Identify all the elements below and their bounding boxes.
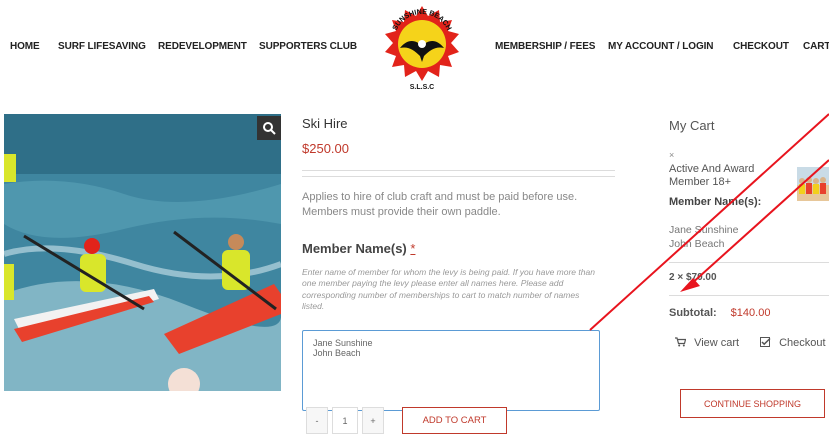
qty-decrease-button[interactable]: - <box>306 407 328 434</box>
nav-my-account-login[interactable]: MY ACCOUNT / LOGIN <box>608 41 714 52</box>
product-title: Ski Hire <box>302 116 348 131</box>
qty-input[interactable]: 1 <box>332 407 358 434</box>
group-photo <box>797 167 829 201</box>
cart-icon <box>675 337 687 347</box>
member-names-hint: Enter name of member for whom the levy i… <box>302 267 595 311</box>
logo-bottom-text: S.L.S.C <box>410 84 435 91</box>
cart-item-quantity: 2 × $70.00 <box>669 272 717 283</box>
divider <box>302 170 615 171</box>
nav-supporters-club[interactable]: SUPPORTERS CLUB <box>259 41 357 52</box>
continue-shopping-button[interactable]: CONTINUE SHOPPING <box>680 389 825 418</box>
checkbox-check-icon <box>760 337 771 347</box>
cart-title: My Cart <box>669 118 715 133</box>
member-names-textarea[interactable] <box>302 330 600 411</box>
club-logo[interactable]: SUNSHINE BEACH S.L.S.C <box>382 2 462 94</box>
product-description: Applies to hire of club craft and must b… <box>302 191 578 218</box>
member-names-label-text: Member Name(s) <box>302 241 407 256</box>
required-mark: * <box>410 241 416 256</box>
qty-increase-button[interactable]: + <box>362 407 384 434</box>
cart-item-name[interactable]: Active And Award Member 18+ <box>669 163 794 189</box>
product-price: $250.00 <box>302 141 349 156</box>
subtotal-value: $140.00 <box>730 307 771 319</box>
checkout-button[interactable]: Checkout <box>760 337 826 349</box>
nav-surf-lifesaving[interactable]: SURF LIFESAVING <box>58 41 146 52</box>
cart-member-names-label: Member Name(s): <box>669 196 762 208</box>
product-image[interactable] <box>4 114 281 391</box>
remove-item-button[interactable]: × <box>669 150 674 160</box>
zoom-button[interactable] <box>257 116 281 140</box>
view-cart-label: View cart <box>694 337 740 349</box>
cart-member-name: John Beach <box>669 238 725 250</box>
subtotal-label: Subtotal: <box>669 307 717 319</box>
cart-subtotal: Subtotal: $140.00 <box>669 307 770 319</box>
nav-checkout[interactable]: CHECKOUT <box>733 41 789 52</box>
magnifier-icon <box>263 122 276 135</box>
divider <box>302 176 615 177</box>
nav-membership-fees[interactable]: MEMBERSHIP / FEES <box>495 41 595 52</box>
nav-cart[interactable]: CART <box>803 41 829 52</box>
cart-member-name: Jane Sunshine <box>669 224 739 236</box>
nav-home[interactable]: HOME <box>10 41 40 52</box>
cart-member-names: Jane Sunshine John Beach <box>669 223 738 251</box>
cart-item-thumbnail[interactable] <box>797 167 829 201</box>
checkout-label: Checkout <box>779 337 826 349</box>
divider <box>669 262 829 263</box>
view-cart-button[interactable]: View cart <box>675 337 739 349</box>
nav-redevelopment[interactable]: REDEVELOPMENT <box>158 41 247 52</box>
member-names-label: Member Name(s) * <box>302 241 415 256</box>
kayak-photo <box>4 114 281 391</box>
add-to-cart-button[interactable]: ADD TO CART <box>402 407 507 434</box>
logo-bird-head <box>418 40 426 48</box>
divider <box>669 295 829 296</box>
